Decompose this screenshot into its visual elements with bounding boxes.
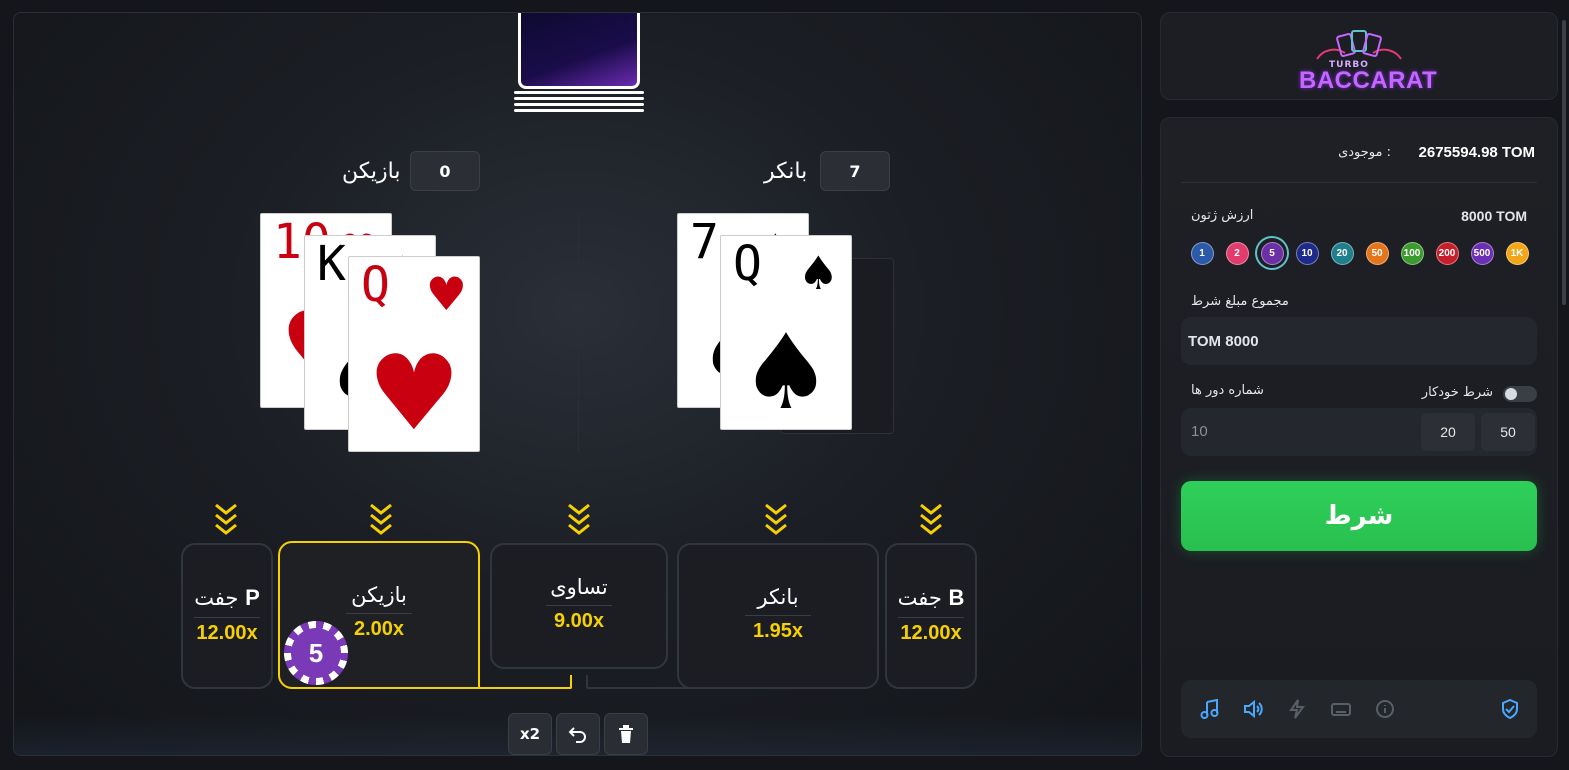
rounds-label: شماره دور ها	[1191, 383, 1264, 398]
chip-50[interactable]: 50	[1362, 238, 1392, 268]
chip-1[interactable]: 1	[1187, 238, 1217, 268]
undo-button[interactable]	[556, 713, 600, 755]
chevron-down-icon	[920, 503, 942, 535]
total-bet-value: TOM 8000	[1188, 333, 1259, 350]
chip-5[interactable]: 5	[1257, 238, 1287, 268]
chip-500[interactable]: 500	[1467, 238, 1497, 268]
player-score: 0	[410, 151, 480, 191]
bet-player-pair-odds: 12.00x	[196, 622, 258, 644]
scrollbar[interactable]	[1562, 20, 1566, 305]
bet-tie-name: تساوی	[550, 575, 608, 599]
chevron-down-icon	[370, 503, 392, 535]
lightning-icon[interactable]	[1286, 698, 1308, 720]
place-bet-label: شرط	[1324, 501, 1394, 531]
auto-bet-label: شرط خودکار	[1421, 385, 1493, 400]
trash-icon	[619, 725, 633, 743]
bet-player-pair[interactable]: جفت P 12.00x	[181, 543, 273, 689]
player-card-3: Q ♥ ♥	[348, 256, 480, 452]
total-bet-label: مجموع مبلغ شرط	[1191, 294, 1289, 309]
bet-tie-odds: 9.00x	[553, 610, 605, 632]
balance-value: 2675594.98 TOM	[1418, 144, 1535, 161]
chip-200[interactable]: 200	[1432, 238, 1462, 268]
bet-banker-pair-letter: B	[948, 585, 965, 610]
betting-panel: 2675594.98 TOM موجودی : 8000 TOM ارزش ژت…	[1160, 117, 1558, 757]
game-table: بازیکن 0 10 ♥ ♥ K ♠ ♠ Q ♥ ♥ بانکر 7 7 ♠ …	[13, 12, 1142, 756]
rounds-option-20[interactable]: 20	[1421, 413, 1475, 451]
chip-100[interactable]: 100	[1397, 238, 1427, 268]
bet-banker-pair-odds: 12.00x	[900, 622, 962, 644]
placed-chip[interactable]: 5	[284, 621, 348, 685]
chevron-down-icon	[568, 503, 590, 535]
total-bet-field[interactable]: TOM 8000	[1181, 317, 1537, 365]
center-divider	[578, 213, 579, 453]
chip-20[interactable]: 20	[1327, 238, 1357, 268]
bet-player-tab	[454, 675, 572, 689]
chip-2[interactable]: 2	[1222, 238, 1252, 268]
card-shoe	[514, 13, 644, 113]
auto-bet-toggle[interactable]	[1503, 386, 1537, 402]
balance-label: موجودی :	[1338, 145, 1391, 160]
chip-1k[interactable]: 1K	[1502, 238, 1532, 268]
music-icon[interactable]	[1199, 698, 1221, 720]
bet-player-name: بازیکن	[351, 583, 407, 607]
double-bet-button[interactable]: x2	[508, 713, 552, 755]
rounds-placeholder: 10	[1191, 423, 1208, 440]
info-icon[interactable]	[1374, 698, 1396, 720]
bet-banker-pair[interactable]: جفت B 12.00x	[885, 543, 977, 689]
logo-word: BACCARAT	[1299, 67, 1438, 94]
bet-player-pair-name: جفت	[194, 586, 239, 610]
shield-icon[interactable]	[1499, 698, 1521, 720]
settings-toolbar	[1181, 680, 1537, 738]
clear-bets-button[interactable]	[604, 713, 648, 755]
chevron-down-icon	[765, 503, 787, 535]
bet-banker-odds: 1.95x	[752, 620, 804, 642]
chevron-down-icon	[215, 503, 237, 535]
bet-tie[interactable]: تساوی 9.00x	[490, 543, 668, 669]
place-bet-button[interactable]: شرط	[1181, 481, 1537, 551]
chip-value-label: ارزش ژتون	[1191, 208, 1254, 223]
banker-score: 7	[820, 151, 890, 191]
banker-card-2: Q ♠ ♠	[720, 235, 852, 430]
placed-chip-value: 5	[291, 628, 341, 678]
keyboard-icon[interactable]	[1330, 698, 1352, 720]
player-label: بازیکن	[342, 159, 401, 184]
chip-value: 8000 TOM	[1461, 208, 1527, 224]
rounds-option-50[interactable]: 50	[1481, 413, 1535, 451]
logo-panel: TURBO BACCARAT	[1160, 12, 1558, 100]
volume-icon[interactable]	[1242, 698, 1264, 720]
bet-player-pair-letter: P	[245, 585, 260, 610]
undo-icon	[568, 727, 586, 743]
bet-banker-name: بانکر	[757, 585, 799, 609]
bet-banker[interactable]: بانکر 1.95x	[677, 543, 879, 689]
divider	[1181, 182, 1537, 183]
double-bet-label: x2	[519, 725, 541, 743]
bet-banker-pair-name: جفت	[897, 586, 942, 610]
banker-label: بانکر	[764, 159, 808, 184]
chip-10[interactable]: 10	[1292, 238, 1322, 268]
